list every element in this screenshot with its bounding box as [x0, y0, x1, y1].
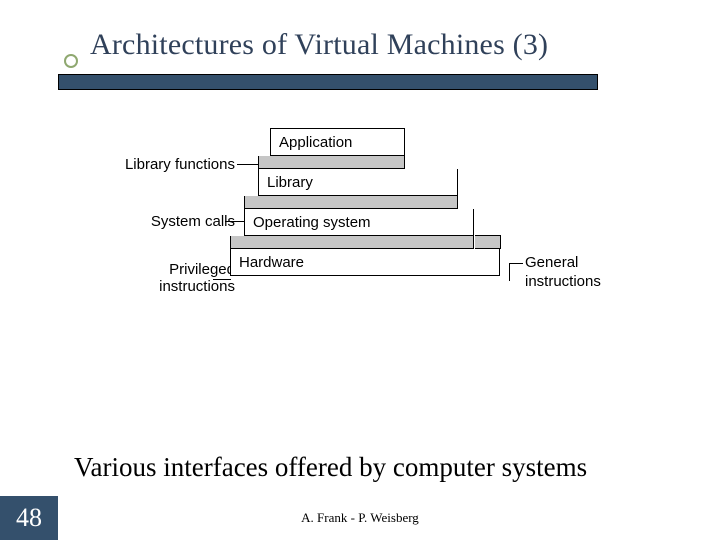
footer-credit: A. Frank - P. Weisberg — [0, 510, 720, 526]
label-library-functions: Library functions — [125, 156, 235, 173]
label-general-instructions: General instructions — [525, 254, 601, 292]
connector-line — [509, 263, 523, 264]
layer-stack: Application Library Operating system Har… — [244, 128, 484, 276]
architecture-diagram: Library functions System calls Privilege… — [75, 128, 655, 408]
layer-application: Application — [270, 128, 405, 156]
label-general-line1: General — [525, 254, 578, 271]
title-underline — [58, 74, 598, 90]
interface-library-functions — [258, 156, 405, 169]
label-system-calls: System calls — [151, 213, 235, 230]
label-priv-line2: instructions — [159, 278, 235, 295]
slide-title: Architectures of Virtual Machines (3) — [90, 28, 680, 62]
layer-hardware: Hardware — [230, 249, 500, 276]
left-labels: Library functions System calls Privilege… — [75, 128, 235, 408]
label-general-line2: instructions — [525, 273, 601, 290]
layer-library: Library — [258, 169, 458, 196]
interface-system-calls — [244, 196, 458, 209]
caption: Various interfaces offered by computer s… — [74, 452, 587, 483]
layer-os: Operating system — [244, 209, 474, 236]
label-priv-line1: Privileged — [169, 261, 235, 278]
interface-general-instructions — [475, 235, 501, 249]
connector-line — [213, 279, 231, 280]
slide: Architectures of Virtual Machines (3) Li… — [0, 0, 720, 540]
connector-line — [225, 221, 245, 222]
title-area: Architectures of Virtual Machines (3) — [0, 28, 720, 62]
bullet-icon — [64, 54, 78, 68]
connector-line — [509, 263, 510, 281]
interface-privileged-instructions — [230, 236, 474, 249]
